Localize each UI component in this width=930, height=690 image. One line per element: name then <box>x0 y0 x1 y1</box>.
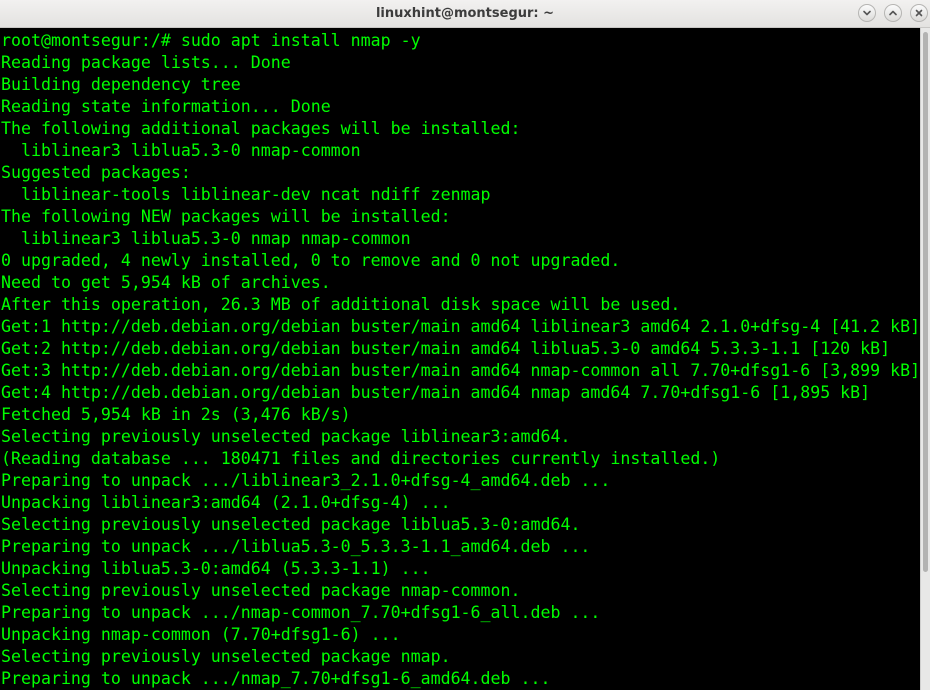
terminal-line: Preparing to unpack .../nmap_7.70+dfsg1-… <box>1 669 551 688</box>
maximize-button[interactable] <box>884 4 902 22</box>
terminal-line: Reading package lists... Done <box>1 53 291 72</box>
terminal-line: Selecting previously unselected package … <box>1 515 581 534</box>
terminal-line: (Reading database ... 180471 files and d… <box>1 449 721 468</box>
terminal-line: The following additional packages will b… <box>1 119 521 138</box>
terminal-line: Suggested packages: <box>1 163 191 182</box>
terminal-lines: root@montsegur:/# sudo apt install nmap … <box>1 30 920 690</box>
terminal-line: Preparing to unpack .../liblua5.3-0_5.3.… <box>1 537 591 556</box>
title-bar[interactable]: linuxhint@montsegur: ~ <box>0 0 930 28</box>
terminal-line: Get:4 http://deb.debian.org/debian buste… <box>1 383 871 402</box>
terminal-output[interactable]: root@montsegur:/# sudo apt install nmap … <box>0 28 920 690</box>
chevron-up-icon <box>889 10 897 16</box>
terminal-line: liblinear3 liblua5.3-0 nmap nmap-common <box>1 229 411 248</box>
terminal-line: Selecting previously unselected package … <box>1 581 521 600</box>
terminal-line: After this operation, 26.3 MB of additio… <box>1 295 681 314</box>
terminal-line: Preparing to unpack .../liblinear3_2.1.0… <box>1 471 611 490</box>
close-button[interactable] <box>910 4 928 22</box>
terminal-line: Fetched 5,954 kB in 2s (3,476 kB/s) <box>1 405 351 424</box>
terminal-line: Unpacking liblua5.3-0:amd64 (5.3.3-1.1) … <box>1 559 431 578</box>
minimize-button[interactable] <box>858 4 876 22</box>
terminal-window: linuxhint@montsegur: ~ root@montsegur:/#… <box>0 0 930 690</box>
terminal-line: The following NEW packages will be insta… <box>1 207 451 226</box>
terminal-line: Building dependency tree <box>1 75 241 94</box>
terminal-line: Reading state information... Done <box>1 97 331 116</box>
terminal-line: Need to get 5,954 kB of archives. <box>1 273 331 292</box>
chevron-down-icon <box>863 10 871 16</box>
terminal-line: liblinear-tools liblinear-dev ncat ndiff… <box>1 185 491 204</box>
terminal-line: 0 upgraded, 4 newly installed, 0 to remo… <box>1 251 621 270</box>
terminal-line: Selecting previously unselected package … <box>1 427 571 446</box>
terminal-line: Selecting previously unselected package … <box>1 647 451 666</box>
terminal-line: Preparing to unpack .../nmap-common_7.70… <box>1 603 601 622</box>
terminal-line: Unpacking nmap-common (7.70+dfsg1-6) ... <box>1 625 401 644</box>
terminal-line: Get:3 http://deb.debian.org/debian buste… <box>1 361 920 380</box>
window-title: linuxhint@montsegur: ~ <box>375 6 555 21</box>
terminal-scrollbar[interactable] <box>920 28 930 690</box>
terminal-line: Get:2 http://deb.debian.org/debian buste… <box>1 339 891 358</box>
terminal-line: root@montsegur:/# sudo apt install nmap … <box>1 31 421 50</box>
terminal-line: Get:1 http://deb.debian.org/debian buste… <box>1 317 920 336</box>
terminal-line: Unpacking liblinear3:amd64 (2.1.0+dfsg-4… <box>1 493 451 512</box>
close-icon <box>915 9 923 17</box>
scrollbar-thumb[interactable] <box>923 32 928 572</box>
terminal-line: liblinear3 liblua5.3-0 nmap-common <box>1 141 361 160</box>
